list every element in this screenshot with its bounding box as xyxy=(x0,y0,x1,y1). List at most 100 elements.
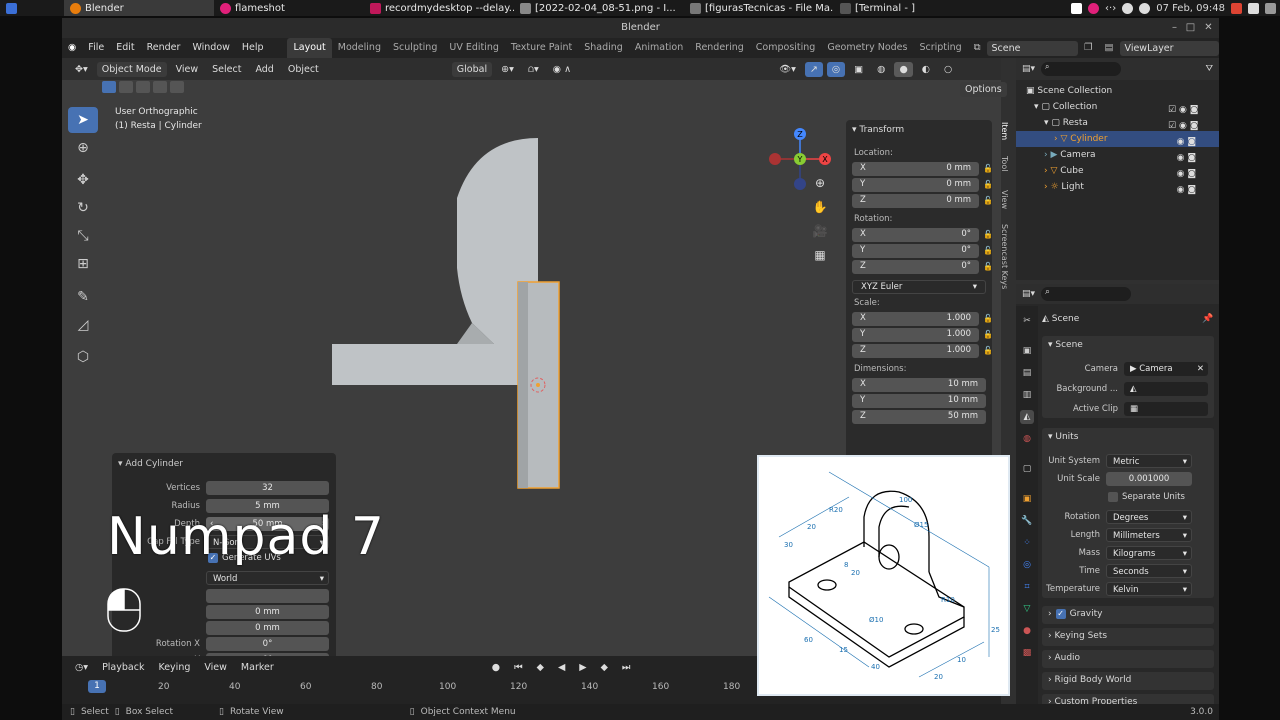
clock[interactable]: 07 Feb, 09:48 xyxy=(1156,3,1225,14)
camera-field[interactable]: ▶ Camera ✕ xyxy=(1124,362,1208,376)
scene-copy-icon[interactable]: ❐ xyxy=(1078,38,1099,58)
active-clip-field[interactable]: ▦ xyxy=(1124,402,1208,416)
eye-icon[interactable]: ◉ xyxy=(1177,185,1185,195)
tab-animation[interactable]: Animation xyxy=(629,38,689,58)
outliner-search-input[interactable]: ⌕ xyxy=(1041,62,1122,76)
tray-app-icon[interactable] xyxy=(1231,2,1242,14)
dimensions-y-field[interactable]: Y 10 mm xyxy=(852,394,986,408)
view-layer-icon[interactable]: ▤ xyxy=(1099,38,1120,58)
scene-section-header[interactable]: ▾ Scene xyxy=(1048,340,1083,350)
eye-icon[interactable]: ◉ xyxy=(1179,121,1187,131)
eye-icon[interactable]: ◉ xyxy=(1177,153,1185,163)
rotation-y-field[interactable]: Y 0° xyxy=(852,244,979,258)
zoom-icon[interactable]: ⊕ xyxy=(809,172,831,194)
lock-icon[interactable]: 🔓 xyxy=(983,164,993,173)
location-x-field[interactable] xyxy=(206,589,329,603)
background-field[interactable]: ◭ xyxy=(1124,382,1208,396)
output-tab-icon[interactable]: ▤ xyxy=(1020,366,1034,380)
tab-scripting[interactable]: Scripting xyxy=(913,38,967,58)
modifier-tab-icon[interactable]: 🔧 xyxy=(1020,514,1034,528)
scene-tab-icon[interactable]: ◭ xyxy=(1020,410,1034,424)
ortho-grid-icon[interactable]: ▦ xyxy=(809,244,831,266)
scene-selector-icon[interactable]: ⧉ xyxy=(968,38,987,58)
taskbar-item-flameshot[interactable]: flameshot xyxy=(214,0,364,16)
tab-item[interactable]: Item xyxy=(995,122,1009,140)
camera-view-icon[interactable]: 🎥 xyxy=(809,220,831,242)
render-tab-icon[interactable]: ▣ xyxy=(1020,344,1034,358)
location-x-field[interactable]: X0 mm xyxy=(852,162,979,176)
camera-icon[interactable]: ◙ xyxy=(1190,121,1199,131)
lock-icon[interactable]: 🔓 xyxy=(983,314,993,323)
camera-icon[interactable]: ◙ xyxy=(1187,137,1196,147)
units-section-header[interactable]: ▾ Units xyxy=(1048,432,1078,442)
menu-keying[interactable]: Keying xyxy=(153,660,195,675)
checkbox-icon[interactable]: ☑ xyxy=(1168,121,1176,131)
lock-icon[interactable]: 🔓 xyxy=(983,196,993,205)
world-tab-icon[interactable]: ◍ xyxy=(1020,432,1034,446)
tab-uv-editing[interactable]: UV Editing xyxy=(443,38,505,58)
taskbar-item-recordmydesktop[interactable]: recordmydesktop --delay... xyxy=(364,0,514,16)
tab-geometry-nodes[interactable]: Geometry Nodes xyxy=(821,38,913,58)
constraints-tab-icon[interactable]: ⌗ xyxy=(1020,580,1034,594)
view-layer-selector[interactable]: ViewLayer xyxy=(1119,40,1219,56)
tab-view[interactable]: View xyxy=(995,190,1009,209)
checkbox-icon[interactable]: ☑ xyxy=(1168,105,1176,115)
lock-icon[interactable]: 🔓 xyxy=(983,346,993,355)
eye-icon[interactable]: ◉ xyxy=(1177,137,1185,147)
menu-timeline-view[interactable]: View xyxy=(199,660,232,675)
play-reverse-icon[interactable]: ◀ xyxy=(553,660,570,675)
lock-icon[interactable]: 🔓 xyxy=(983,330,993,339)
rotation-mode-dropdown[interactable]: XYZ Euler ▾ xyxy=(852,280,986,294)
camera-icon[interactable]: ◙ xyxy=(1187,169,1196,179)
minimize-icon[interactable]: – xyxy=(1168,21,1181,34)
rotation-x-field[interactable]: 0° xyxy=(206,637,329,651)
menu-file[interactable]: File xyxy=(82,38,110,58)
taskbar-item-image-viewer[interactable]: [2022-02-04_08-51.png - I... xyxy=(514,0,684,16)
location-z-field[interactable]: 0 mm xyxy=(206,621,329,635)
tab-compositing[interactable]: Compositing xyxy=(750,38,822,58)
mass-units-dropdown[interactable]: Kilograms ▾ xyxy=(1106,546,1192,560)
unit-scale-field[interactable]: 0.001000 xyxy=(1106,472,1192,486)
rigid-body-world-section[interactable]: › Rigid Body World xyxy=(1042,672,1214,690)
taskbar-item-file-manager[interactable]: [figurasTecnicas - File Ma... xyxy=(684,0,834,16)
particles-tab-icon[interactable]: ⁘ xyxy=(1020,536,1034,550)
jump-next-key-icon[interactable]: ◆ xyxy=(596,660,613,675)
clear-icon[interactable]: ✕ xyxy=(1197,362,1204,376)
dimensions-z-field[interactable]: Z 50 mm xyxy=(852,410,986,424)
current-frame-indicator[interactable]: 1 xyxy=(88,680,106,693)
gizmo-neg-x-axis[interactable] xyxy=(769,153,781,165)
scale-z-field[interactable]: Z 1.000 xyxy=(852,344,979,358)
camera-icon[interactable]: ◙ xyxy=(1187,153,1196,163)
redo-panel-header[interactable]: ▾ Add Cylinder xyxy=(118,459,183,469)
collection-tab-icon[interactable]: ▢ xyxy=(1020,462,1034,476)
separate-units-checkbox[interactable]: Separate Units xyxy=(1108,492,1185,502)
tab-screencast-keys[interactable]: Screencast Keys xyxy=(995,224,1009,289)
object-tab-icon[interactable]: ▣ xyxy=(1020,492,1034,506)
material-tab-icon[interactable]: ● xyxy=(1020,624,1034,638)
lock-icon[interactable]: 🔓 xyxy=(983,180,993,189)
app-menu-button[interactable] xyxy=(0,0,64,16)
network-icon[interactable]: ‹·› xyxy=(1105,3,1116,14)
rotation-units-dropdown[interactable]: Degrees ▾ xyxy=(1106,510,1192,524)
tab-shading[interactable]: Shading xyxy=(578,38,629,58)
jump-start-icon[interactable]: ⏮ xyxy=(509,660,528,675)
scene-selector[interactable]: Scene xyxy=(986,40,1079,56)
notification-icon[interactable] xyxy=(1071,2,1083,14)
keying-sets-section[interactable]: › Keying Sets xyxy=(1042,628,1214,646)
keyboard-icon[interactable] xyxy=(1248,2,1259,14)
tab-layout[interactable]: Layout xyxy=(287,38,332,58)
physics-tab-icon[interactable]: ◎ xyxy=(1020,558,1034,572)
unit-system-dropdown[interactable]: Metric ▾ xyxy=(1106,454,1192,468)
data-tab-icon[interactable]: ▽ xyxy=(1020,602,1034,616)
tab-rendering[interactable]: Rendering xyxy=(689,38,750,58)
tab-tool[interactable]: Tool xyxy=(995,156,1009,172)
texture-tab-icon[interactable]: ▩ xyxy=(1020,646,1034,660)
maximize-icon[interactable]: □ xyxy=(1184,21,1197,34)
pin-icon[interactable]: 📌 xyxy=(1202,314,1213,324)
tool-tab-icon[interactable]: ✂ xyxy=(1020,314,1034,328)
jump-end-icon[interactable]: ⏭ xyxy=(617,660,636,675)
location-z-field[interactable]: Z0 mm xyxy=(852,194,979,208)
rotation-z-field[interactable]: Z 0° xyxy=(852,260,979,274)
taskbar-item-blender[interactable]: Blender xyxy=(64,0,214,16)
menu-render[interactable]: Render xyxy=(141,38,187,58)
